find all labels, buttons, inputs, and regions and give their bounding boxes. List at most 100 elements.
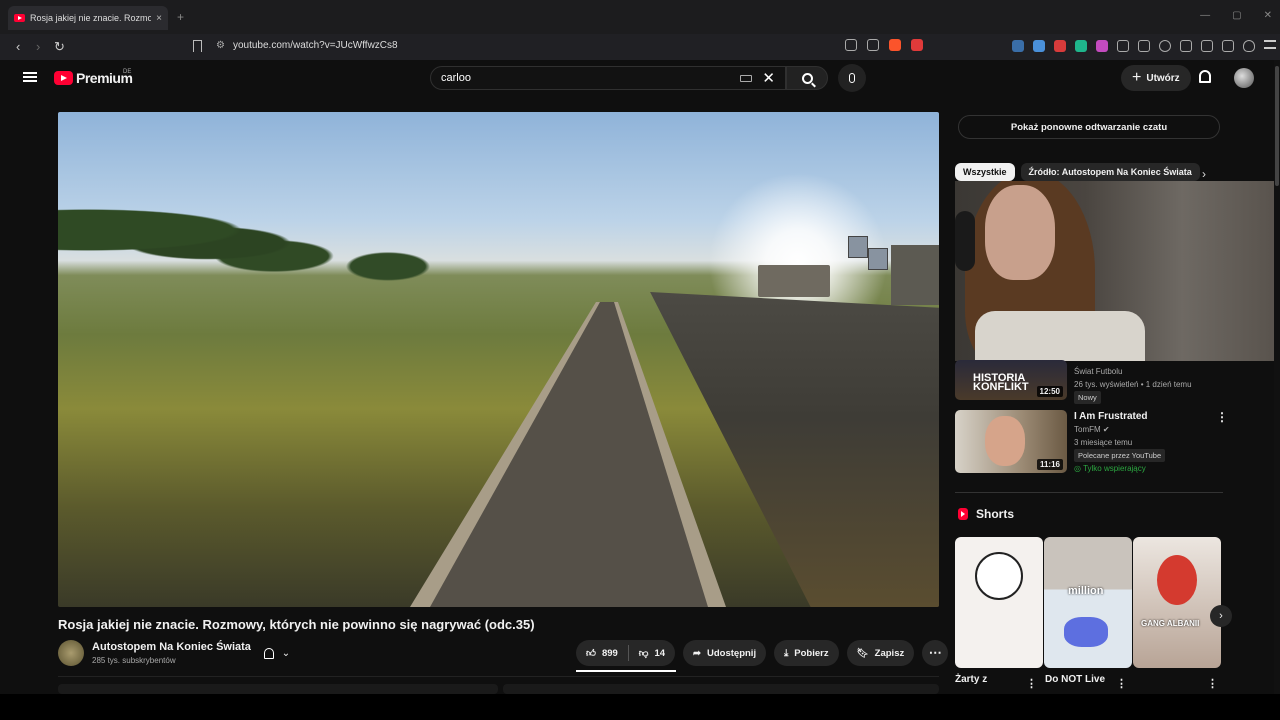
bookmark-icon[interactable] [193,40,202,52]
address-bar: ‹ › ↻ ⚙ youtube.com/watch?v=JUcWffwzCs8 [0,34,1280,60]
recommendation-meta: 26 tys. wyświetleń • 1 dzień temu [1074,380,1192,389]
cast-icon[interactable] [845,39,857,51]
show-chat-replay-button[interactable]: Pokaż ponowne odtwarzanie czatu [958,115,1220,139]
extensions-puzzle-icon[interactable] [1117,40,1129,52]
webcam-headset [955,211,975,271]
recommendation-item[interactable]: 11:16 I Am Frustrated TomFM ✔ 3 miesiące… [955,410,1166,475]
search-box: ✕ [430,66,786,90]
bell-icon[interactable] [1199,70,1211,83]
sidebar-icon[interactable] [1180,40,1192,52]
recommendation-thumbnail[interactable]: 11:16 [955,410,1067,473]
chips-next-icon[interactable]: › [1202,167,1206,181]
like-count: 899 [601,647,618,659]
video-sign [848,236,868,258]
brave-rewards-icon[interactable] [911,39,923,51]
recommendation-channel[interactable]: Świat Futbolu [1074,365,1192,378]
kebab-menu-icon[interactable]: ⋮ [1216,410,1228,424]
dislike-icon: 👎︎ [638,648,649,659]
voice-search-button[interactable] [838,64,866,92]
browser-tab[interactable]: Rosja jakiej nie znacie. Rozmo × [8,6,168,30]
recommendation-meta: 3 miesiące temu [1074,438,1133,447]
extension-icons [1012,40,1276,52]
recommendation-channel[interactable]: TomFM ✔ [1074,423,1165,436]
extension-4-icon[interactable] [1075,40,1087,52]
shorts-next-button[interactable]: › [1210,605,1232,627]
members-label: Tylko wspierający [1083,464,1146,473]
kebab-menu-icon[interactable]: ⋮ [1207,677,1218,690]
close-window-button[interactable]: ✕ [1264,10,1272,21]
forward-button[interactable]: › [36,39,40,54]
download-label: Pobierz [794,647,829,659]
vpn-icon[interactable] [1243,40,1255,52]
share-page-icon[interactable] [867,39,879,51]
subscription-bell-button[interactable]: ⌄ [254,640,300,666]
video-truck [758,265,830,297]
extension-3-icon[interactable] [1054,40,1066,52]
search-button[interactable] [786,66,828,90]
short-overlay-text: million [1068,585,1104,597]
browser-menu-icon[interactable] [1264,40,1276,49]
tab-close-icon[interactable]: × [156,13,162,24]
video-player[interactable] [58,112,939,607]
description-box-right[interactable] [503,684,939,694]
leo-icon[interactable] [1222,40,1234,52]
logo-country: DE [123,69,132,75]
youtube-logo[interactable]: Premium [54,70,133,86]
recommendation-info: I Am Frustrated TomFM ✔ 3 miesiące temu … [1074,410,1166,475]
save-button[interactable]: 🔖︎ Zapisz [846,640,915,666]
shorts-label: Shorts [976,507,1015,521]
clear-icon[interactable]: ✕ [762,69,775,87]
dislike-button[interactable]: 👎︎ 14 [629,647,675,660]
download-button[interactable]: ⤓ Pobierz [774,640,839,666]
new-tab-button[interactable]: + [177,10,184,24]
shorts-divider [955,492,1223,493]
brave-shields-icon[interactable] [889,39,901,51]
share-icon: ➦ [693,647,701,659]
youtube-logo-icon [54,71,73,85]
kebab-menu-icon[interactable]: ⋮ [1116,677,1127,690]
short-thumbnail[interactable]: million [1044,537,1132,668]
extension-2-icon[interactable] [1033,40,1045,52]
back-button[interactable]: ‹ [16,39,20,54]
kebab-menu-icon[interactable]: ⋮ [1026,677,1037,690]
wallet-icon[interactable] [1201,40,1213,52]
search-input[interactable] [441,72,741,84]
chip-all[interactable]: Wszystkie [955,163,1015,181]
reload-button[interactable]: ↻ [54,39,65,55]
short-title[interactable]: Do NOT Live [1045,674,1105,685]
short-title[interactable]: Żarty z [955,674,987,685]
create-button[interactable]: + Utwórz [1121,65,1191,91]
url-text: youtube.com/watch?v=JUcWffwzCs8 [232,40,398,51]
shorts-header: Shorts [958,507,1014,521]
maximize-button[interactable]: ▢ [1232,10,1241,21]
channel-name[interactable]: Autostopem Na Koniec Świata [92,641,251,653]
chip-source[interactable]: Źródło: Autostopem Na Koniec Świata [1020,163,1200,181]
site-settings-icon[interactable]: ⚙ [216,40,225,51]
short-thumbnail[interactable]: GANG ALBANII [1133,537,1221,668]
avatar[interactable] [1234,68,1254,88]
channel-avatar[interactable] [58,640,84,666]
extension-7-icon[interactable] [1138,40,1150,52]
more-actions-button[interactable]: ⋯ [922,640,949,666]
share-button[interactable]: ➦ Udostępnij [683,640,767,666]
menu-icon[interactable] [23,72,37,82]
filter-chips: Wszystkie Źródło: Autostopem Na Koniec Ś… [955,163,1200,181]
divider [58,676,939,677]
extension-5-icon[interactable] [1096,40,1108,52]
recommendation-title[interactable]: I Am Frustrated [1074,410,1165,423]
like-button[interactable]: 👍︎ 899 [576,647,628,660]
recommendation-item[interactable]: HISTORIA KONFLIKT 12:50 Świat Futbolu 26… [955,360,1192,404]
bell-icon [263,647,274,659]
extension-1-icon[interactable] [1012,40,1024,52]
recommendation-thumbnail[interactable]: HISTORIA KONFLIKT 12:50 [955,360,1067,400]
page-scrollbar[interactable] [1274,60,1280,694]
short-thumbnail[interactable] [955,537,1043,668]
like-ratio-bar [576,670,676,672]
minimize-button[interactable]: — [1200,10,1210,21]
url-field[interactable]: ⚙ youtube.com/watch?v=JUcWffwzCs8 [216,40,398,51]
share-label: Udostępnij [707,647,757,659]
description-box[interactable] [58,684,498,694]
verified-icon: ✔ [1102,425,1110,434]
media-icon[interactable] [1159,40,1171,52]
keyboard-icon[interactable] [740,74,753,82]
